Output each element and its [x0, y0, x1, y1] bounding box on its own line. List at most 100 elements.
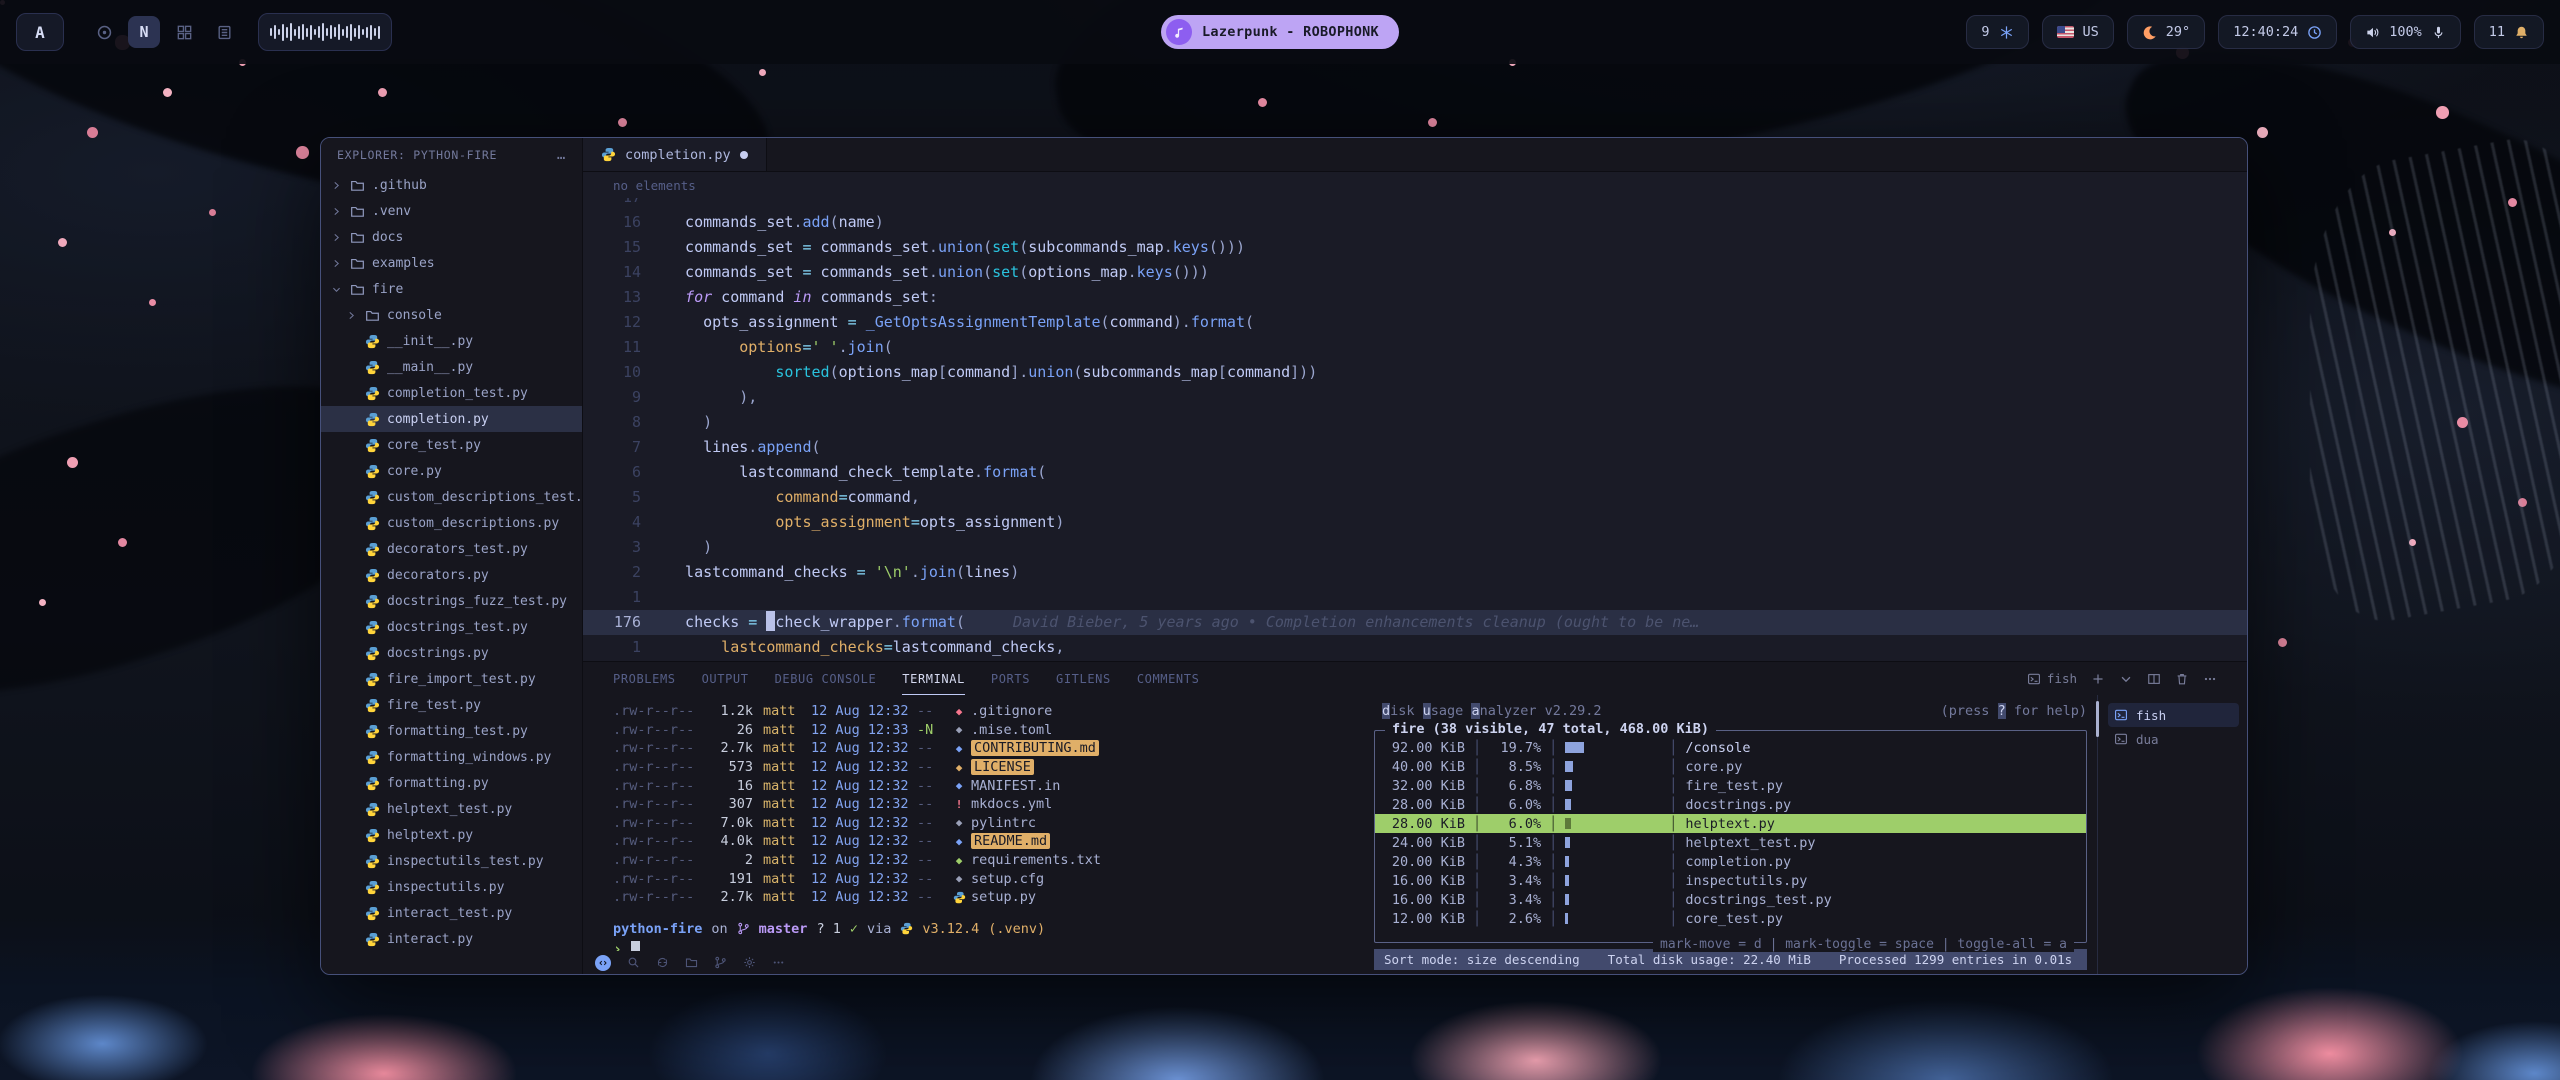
panel-tab-problems[interactable]: PROBLEMS — [613, 662, 676, 695]
terminal-pane-dua[interactable]: disk usage analyzer v2.29.2 (press ? for… — [1370, 695, 2097, 974]
code-line[interactable]: 11 options=' '.join( — [583, 335, 2247, 360]
explorer-item-fire_import_test.py[interactable]: fire_import_test.py — [321, 666, 582, 692]
code-line[interactable]: 9 ), — [583, 385, 2247, 410]
kill-terminal-icon[interactable] — [2175, 672, 2189, 686]
search-icon[interactable] — [627, 956, 640, 969]
explorer-item-helptext_test.py[interactable]: helptext_test.py — [321, 796, 582, 822]
terminal-session-dua[interactable]: dua — [2108, 727, 2239, 751]
explorer-item-.github[interactable]: .github — [321, 172, 582, 198]
editor-tab-completion-py[interactable]: completion.py — [583, 138, 767, 171]
clock-widget[interactable]: 12:40:24 — [2218, 15, 2337, 49]
dua-row-docstrings_test.py[interactable]: 16.00 KiB│3.4%││docstrings_test.py — [1375, 890, 2086, 909]
dua-row-core.py[interactable]: 40.00 KiB│8.5%││core.py — [1375, 757, 2086, 776]
code-line[interactable]: 4 opts_assignment=opts_assignment) — [583, 510, 2247, 535]
dua-row-completion.py[interactable]: 20.00 KiB│4.3%││completion.py — [1375, 852, 2086, 871]
explorer-item-formatting_windows.py[interactable]: formatting_windows.py — [321, 744, 582, 770]
now-playing-pill[interactable]: Lazerpunk - ROBOPHONK — [1161, 15, 1399, 49]
panel-tab-comments[interactable]: COMMENTS — [1137, 662, 1200, 695]
explorer-item-console[interactable]: console — [321, 302, 582, 328]
notifications-widget[interactable]: 11 — [2474, 15, 2544, 49]
code-line[interactable]: 6 lastcommand_check_template.format( — [583, 460, 2247, 485]
code-line[interactable]: 1 lastcommand_checks=lastcommand_checks, — [583, 635, 2247, 660]
code-line[interactable]: 1 — [583, 585, 2247, 610]
explorer-item-interact_test.py[interactable]: interact_test.py — [321, 900, 582, 926]
code-line[interactable]: 176 checks = check_wrapper.format(David … — [583, 610, 2247, 635]
branch-icon[interactable] — [714, 956, 727, 969]
explorer-item-formatting.py[interactable]: formatting.py — [321, 770, 582, 796]
dua-row-helptext_test.py[interactable]: 24.00 KiB│5.1%││helptext_test.py — [1375, 833, 2086, 852]
dua-row-helptext.py[interactable]: 28.00 KiB│6.0%││helptext.py — [1375, 814, 2086, 833]
explorer-item-fire_test.py[interactable]: fire_test.py — [321, 692, 582, 718]
launcher-button[interactable]: A — [16, 13, 64, 51]
explorer-item-docstrings_fuzz_test.py[interactable]: docstrings_fuzz_test.py — [321, 588, 582, 614]
dua-row-fire_test.py[interactable]: 32.00 KiB│6.8%││fire_test.py — [1375, 776, 2086, 795]
weather-widget[interactable]: 29° — [2127, 15, 2205, 49]
explorer-item-core.py[interactable]: core.py — [321, 458, 582, 484]
panel-more-icon[interactable] — [2203, 672, 2217, 686]
explorer-item-custom_descriptions_test...[interactable]: custom_descriptions_test... — [321, 484, 582, 510]
code-line[interactable]: 7 lines.append( — [583, 435, 2247, 460]
explorer-item-custom_descriptions.py[interactable]: custom_descriptions.py — [321, 510, 582, 536]
shell-prompt-input[interactable]: › — [613, 939, 1370, 951]
explorer-item-interact.py[interactable]: interact.py — [321, 926, 582, 952]
explorer-item-__main__.py[interactable]: __main__.py — [321, 354, 582, 380]
chevron-down-icon[interactable] — [2119, 672, 2133, 686]
dua-row-docstrings.py[interactable]: 28.00 KiB│6.0%││docstrings.py — [1375, 795, 2086, 814]
explorer-item-inspectutils_test.py[interactable]: inspectutils_test.py — [321, 848, 582, 874]
dua-row-inspectutils.py[interactable]: 16.00 KiB│3.4%││inspectutils.py — [1375, 871, 2086, 890]
workspace-grid[interactable] — [168, 16, 200, 48]
code-line[interactable]: 16 commands_set.add(name) — [583, 210, 2247, 235]
explorer-item-decorators.py[interactable]: decorators.py — [321, 562, 582, 588]
more-icon[interactable] — [772, 956, 785, 969]
explorer-item-docstrings_test.py[interactable]: docstrings_test.py — [321, 614, 582, 640]
explorer-item-decorators_test.py[interactable]: decorators_test.py — [321, 536, 582, 562]
explorer-item-formatting_test.py[interactable]: formatting_test.py — [321, 718, 582, 744]
code-line[interactable]: 3 ) — [583, 535, 2247, 560]
explorer-more-actions-icon[interactable]: … — [557, 147, 566, 163]
explorer-item-completion.py[interactable]: completion.py — [321, 406, 582, 432]
keyboard-layout-widget[interactable]: US — [2042, 15, 2114, 49]
volume-widget[interactable]: 100% — [2350, 15, 2461, 49]
sync-icon[interactable] — [656, 956, 669, 969]
workspace-disc[interactable] — [88, 16, 120, 48]
terminal-profile-selector[interactable]: fish — [2027, 671, 2077, 686]
split-terminal-icon[interactable] — [2147, 672, 2161, 686]
code-line[interactable]: 2 lastcommand_checks = '\n'.join(lines) — [583, 560, 2247, 585]
explorer-item-helptext.py[interactable]: helptext.py — [321, 822, 582, 848]
explorer-item-core_test.py[interactable]: core_test.py — [321, 432, 582, 458]
explorer-item-completion_test.py[interactable]: completion_test.py — [321, 380, 582, 406]
code-editor[interactable]: 17 """16 commands_set.add(name)15 comman… — [583, 198, 2247, 661]
workspace-active[interactable]: N — [128, 16, 160, 48]
workspace-files[interactable] — [208, 16, 240, 48]
updates-widget[interactable]: 9 — [1966, 15, 2028, 49]
explorer-item-inspectutils.py[interactable]: inspectutils.py — [321, 874, 582, 900]
code-line[interactable]: 12 opts_assignment = _GetOptsAssignmentT… — [583, 310, 2247, 335]
code-line[interactable]: 5 command=command, — [583, 485, 2247, 510]
breadcrumb[interactable]: no elements — [583, 172, 2247, 198]
explorer-item-fire[interactable]: fire — [321, 276, 582, 302]
panel-tab-debug-console[interactable]: DEBUG CONSOLE — [775, 662, 877, 695]
explorer-item-.venv[interactable]: .venv — [321, 198, 582, 224]
code-line[interactable]: 14 commands_set = commands_set.union(set… — [583, 260, 2247, 285]
explorer-item-examples[interactable]: examples — [321, 250, 582, 276]
code-line[interactable]: 17 """ — [583, 198, 2247, 210]
code-line[interactable]: 8 ) — [583, 410, 2247, 435]
dua-row-core_test.py[interactable]: 12.00 KiB│2.6%││core_test.py — [1375, 909, 2086, 928]
terminal-session-fish[interactable]: fish — [2108, 703, 2239, 727]
gear-icon[interactable] — [743, 956, 756, 969]
panel-tab-output[interactable]: OUTPUT — [702, 662, 749, 695]
code-line[interactable]: 15 commands_set = commands_set.union(set… — [583, 235, 2247, 260]
explorer-item-docs[interactable]: docs — [321, 224, 582, 250]
panel-tab-terminal[interactable]: TERMINAL — [902, 662, 965, 695]
dua-row-console[interactable]: 92.00 KiB│19.7%││/console — [1375, 738, 2086, 757]
explorer-item-docstrings.py[interactable]: docstrings.py — [321, 640, 582, 666]
code-line[interactable]: 13 for command in commands_set: — [583, 285, 2247, 310]
code-line[interactable]: 10 sorted(options_map[command].union(sub… — [583, 360, 2247, 385]
remote-indicator[interactable] — [595, 955, 611, 971]
explorer-item-__init__.py[interactable]: __init__.py — [321, 328, 582, 354]
panel-tab-gitlens[interactable]: GITLENS — [1056, 662, 1111, 695]
folder-icon[interactable] — [685, 956, 698, 969]
panel-tab-ports[interactable]: PORTS — [991, 662, 1030, 695]
terminal-pane-fish[interactable]: .rw-r--r--1.2kmatt12 Aug 12:32--◆.gitign… — [583, 695, 1370, 974]
new-terminal-icon[interactable] — [2091, 672, 2105, 686]
